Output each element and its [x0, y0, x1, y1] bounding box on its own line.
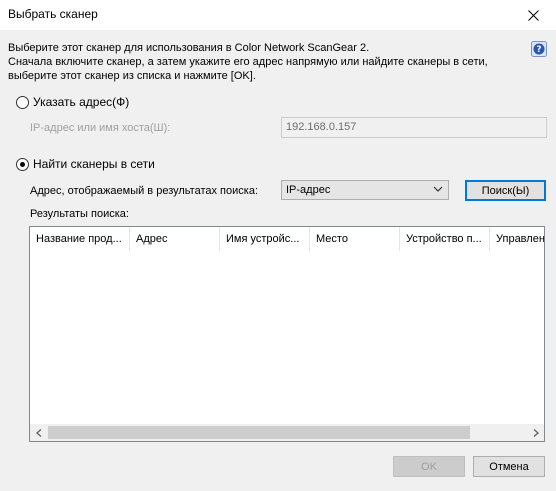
chevron-right-icon — [533, 428, 539, 437]
intro-text: Выберите этот сканер для использования в… — [8, 41, 508, 83]
close-icon — [527, 9, 539, 21]
svg-text:?: ? — [536, 45, 541, 55]
column-header-location[interactable]: Место — [310, 227, 400, 251]
column-header-management[interactable]: Управлен — [490, 227, 544, 251]
cancel-button[interactable]: Отмена — [473, 456, 545, 477]
title-bar: Выбрать сканер — [0, 0, 556, 30]
search-results-list[interactable]: Название прод... Адрес Имя устройс... Ме… — [29, 226, 545, 442]
scroll-left-button[interactable] — [30, 424, 47, 441]
intro-line-2: Сначала включите сканер, а затем укажите… — [8, 56, 488, 68]
scrollbar-thumb[interactable] — [48, 426, 470, 439]
select-scanner-dialog: Выбрать сканер Выберите этот сканер для … — [0, 0, 556, 491]
find-scanners-radio-circle[interactable] — [16, 157, 29, 171]
address-display-label: Адрес, отображаемый в результатах поиска… — [30, 185, 258, 197]
intro-line-1: Выберите этот сканер для использования в… — [8, 42, 370, 54]
chevron-down-icon — [433, 186, 443, 192]
column-header-product[interactable]: Название прод... — [30, 227, 130, 251]
results-header: Название прод... Адрес Имя устройс... Ме… — [30, 227, 544, 251]
results-label: Результаты поиска: — [30, 208, 129, 220]
column-header-device[interactable]: Устройство п... — [400, 227, 490, 251]
dialog-title: Выбрать сканер — [8, 7, 98, 21]
horizontal-scrollbar[interactable] — [30, 424, 544, 441]
address-type-value: IP-адрес — [286, 184, 331, 196]
find-scanners-label: Найти сканеры в сети — [33, 157, 155, 171]
column-header-address[interactable]: Адрес — [130, 227, 220, 251]
specify-address-radio-circle[interactable] — [16, 95, 29, 109]
dialog-content: Выберите этот сканер для использования в… — [0, 30, 556, 491]
scroll-right-button[interactable] — [527, 424, 544, 441]
host-field-label: IP-адрес или имя хоста(Ш): — [30, 122, 171, 134]
address-type-select[interactable]: IP-адрес — [281, 180, 449, 200]
host-address-field[interactable]: 192.168.0.157 — [281, 117, 547, 138]
search-button[interactable]: Поиск(Ы) — [465, 180, 546, 201]
chevron-left-icon — [35, 428, 41, 437]
column-header-device-name[interactable]: Имя устройс... — [220, 227, 310, 251]
specify-address-label: Указать адрес(Ф) — [33, 95, 130, 109]
find-scanners-radio[interactable]: Найти сканеры в сети — [16, 157, 155, 171]
ok-button[interactable]: OK — [393, 456, 465, 477]
close-button[interactable] — [510, 0, 556, 30]
help-icon[interactable]: ? — [531, 41, 547, 57]
specify-address-radio[interactable]: Указать адрес(Ф) — [16, 95, 129, 109]
intro-line-3: выберите этот сканер из списка и нажмите… — [8, 70, 256, 82]
